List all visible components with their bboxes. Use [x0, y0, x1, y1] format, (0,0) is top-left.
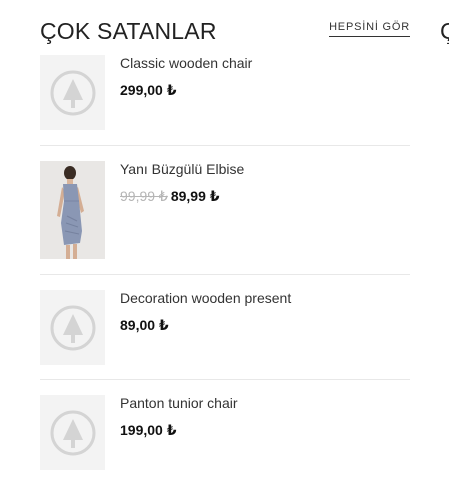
product-price: 199,00 ₺	[120, 422, 176, 439]
old-price: 99,99 ₺	[120, 188, 168, 204]
see-all-link[interactable]: HEPSİNİ GÖR	[329, 21, 410, 37]
widget-header: ÇOK SATANLAR HEPSİNİ GÖR	[40, 18, 410, 48]
product-item: Yanı Büzgülü Elbise 99,99 ₺ 89,99 ₺	[40, 161, 410, 261]
product-thumbnail[interactable]	[40, 55, 105, 130]
product-thumbnail[interactable]	[40, 290, 105, 365]
product-price: 99,99 ₺ 89,99 ₺	[120, 188, 220, 205]
product-thumbnail[interactable]	[40, 161, 105, 259]
product-name[interactable]: Panton tunior chair	[120, 395, 238, 411]
current-price: 199,00 ₺	[120, 422, 177, 438]
divider	[40, 145, 410, 146]
product-name[interactable]: Classic wooden chair	[120, 55, 252, 71]
product-price: 299,00 ₺	[120, 82, 176, 99]
product-price: 89,00 ₺	[120, 317, 169, 334]
product-item: Panton tunior chair 199,00 ₺	[40, 395, 410, 471]
widget-title: ÇOK SATANLAR	[40, 18, 217, 44]
placeholder-tree-icon	[50, 410, 95, 455]
product-item: Classic wooden chair 299,00 ₺	[40, 55, 410, 131]
placeholder-tree-icon	[50, 70, 95, 115]
dress-photo	[40, 161, 105, 259]
product-thumbnail[interactable]	[40, 395, 105, 470]
product-name[interactable]: Decoration wooden present	[120, 290, 291, 306]
next-widget-title: Ç	[440, 18, 449, 44]
product-item: Decoration wooden present 89,00 ₺	[40, 290, 410, 366]
divider	[40, 274, 410, 275]
placeholder-tree-icon	[50, 305, 95, 350]
current-price: 89,99 ₺	[170, 188, 220, 204]
current-price: 299,00 ₺	[120, 82, 177, 98]
product-name[interactable]: Yanı Büzgülü Elbise	[120, 161, 244, 177]
divider	[40, 379, 410, 380]
current-price: 89,00 ₺	[120, 317, 169, 333]
